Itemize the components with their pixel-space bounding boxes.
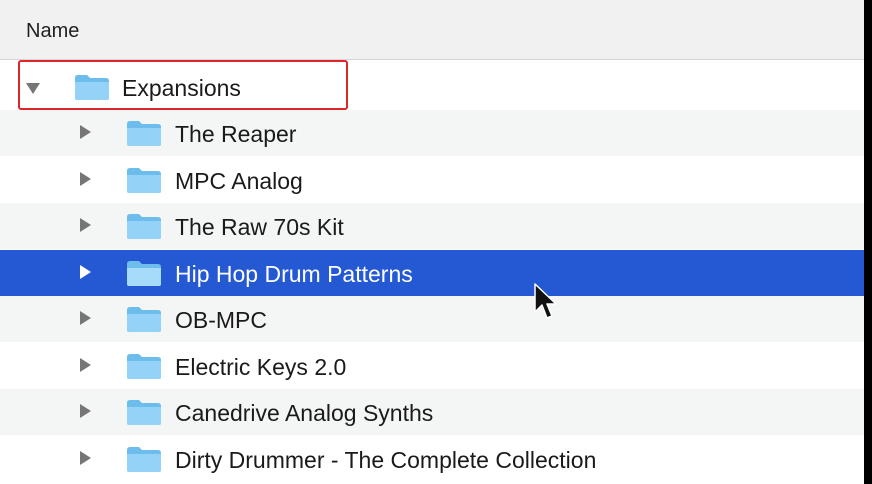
disclosure-triangle-right-icon[interactable] xyxy=(80,451,91,465)
folder-icon xyxy=(127,214,161,239)
folder-icon xyxy=(127,168,161,193)
tree-row-the-reaper[interactable]: The Reaper xyxy=(0,110,864,156)
annotation-highlight-box xyxy=(18,60,348,110)
tree-row-canedrive-analog-synths[interactable]: Canedrive Analog Synths xyxy=(0,389,864,435)
tree-row-hip-hop-drum-patterns[interactable]: Hip Hop Drum Patterns xyxy=(0,250,864,296)
folder-icon xyxy=(127,261,161,286)
disclosure-triangle-right-icon[interactable] xyxy=(80,311,91,325)
column-header[interactable]: Name xyxy=(0,0,864,60)
tree-row-mpc-analog[interactable]: MPC Analog xyxy=(0,157,864,203)
name-column-header[interactable]: Name xyxy=(26,19,79,43)
tree-row-label: The Reaper xyxy=(175,121,297,147)
tree-row-the-raw-70s-kit[interactable]: The Raw 70s Kit xyxy=(0,203,864,249)
tree-row-dirty-drummer[interactable]: Dirty Drummer - The Complete Collection xyxy=(0,436,864,482)
mouse-pointer-icon xyxy=(534,283,557,319)
finder-list-view: Name Expansions The Reaper MPC Analog Th… xyxy=(0,0,864,484)
tree-row-label: OB-MPC xyxy=(175,307,267,333)
folder-icon xyxy=(127,447,161,472)
folder-icon xyxy=(127,354,161,379)
tree-row-label: Hip Hop Drum Patterns xyxy=(175,261,413,287)
tree-row-label: The Raw 70s Kit xyxy=(175,214,344,240)
disclosure-triangle-right-icon[interactable] xyxy=(80,218,91,232)
disclosure-triangle-right-icon[interactable] xyxy=(80,172,91,186)
tree-row-label: MPC Analog xyxy=(175,168,303,194)
folder-icon xyxy=(127,400,161,425)
tree-row-label: Dirty Drummer - The Complete Collection xyxy=(175,447,597,473)
disclosure-triangle-right-icon[interactable] xyxy=(80,358,91,372)
tree-row-label: Electric Keys 2.0 xyxy=(175,354,347,380)
folder-icon xyxy=(127,307,161,332)
tree-row-label: Canedrive Analog Synths xyxy=(175,400,434,426)
disclosure-triangle-right-icon[interactable] xyxy=(80,125,91,139)
tree-row-ob-mpc[interactable]: OB-MPC xyxy=(0,296,864,342)
disclosure-triangle-right-icon[interactable] xyxy=(80,404,91,418)
disclosure-triangle-right-icon[interactable] xyxy=(80,265,91,279)
folder-icon xyxy=(127,121,161,146)
tree-row-electric-keys[interactable]: Electric Keys 2.0 xyxy=(0,343,864,389)
